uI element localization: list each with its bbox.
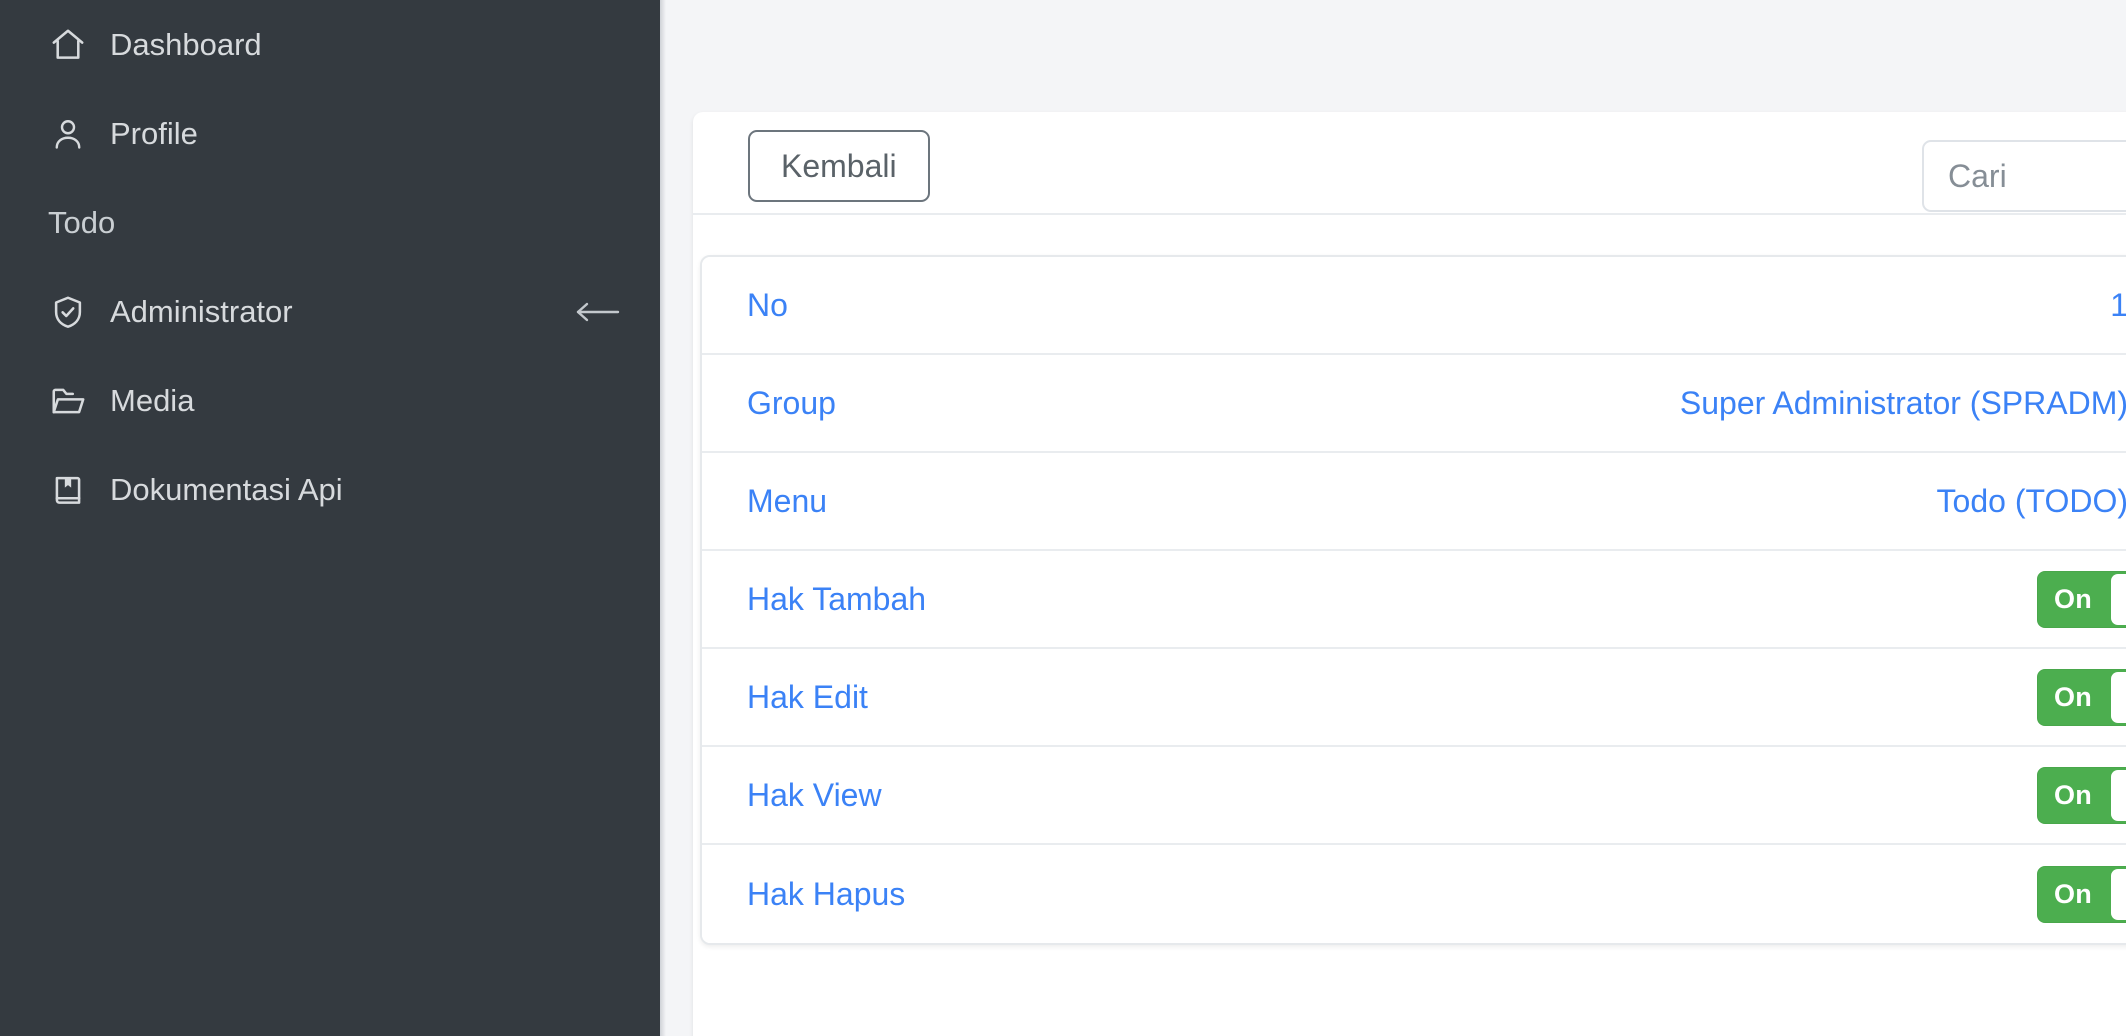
row-label: Hak Hapus: [747, 875, 906, 912]
main-content: Kembali No 1 Group Super Administrator (…: [660, 0, 2126, 1036]
row-label: Hak Edit: [747, 678, 868, 715]
row-label: Group: [747, 384, 836, 421]
sidebar: Dashboard Profile Todo Administrator Med…: [0, 0, 660, 1036]
shield-check-icon: [48, 292, 88, 332]
toggle-wrap: On: [2037, 766, 2126, 824]
back-button[interactable]: Kembali: [748, 130, 930, 202]
toggle-knob: [2111, 769, 2126, 821]
toggle-state-label: On: [2054, 779, 2092, 810]
detail-row-hak-tambah: Hak Tambah On: [702, 551, 2126, 649]
toggle-state-label: On: [2054, 681, 2092, 712]
sidebar-item-administrator[interactable]: Administrator: [0, 267, 660, 356]
sidebar-item-media[interactable]: Media: [0, 356, 660, 445]
home-icon: [48, 25, 88, 65]
row-label: Menu: [747, 482, 828, 519]
sidebar-item-dashboard[interactable]: Dashboard: [0, 0, 660, 89]
sidebar-item-label: Dokumentasi Api: [110, 472, 343, 507]
search-input[interactable]: [1922, 140, 2126, 212]
detail-row-menu: Menu Todo (TODO): [702, 453, 2126, 551]
toggle-state-label: On: [2054, 878, 2092, 909]
sidebar-item-profile[interactable]: Profile: [0, 89, 660, 178]
panel-toolbar: Kembali: [693, 112, 2126, 215]
toggle-knob: [2111, 671, 2126, 723]
detail-row-hak-edit: Hak Edit On: [702, 649, 2126, 747]
sidebar-section-todo: Todo: [0, 178, 660, 267]
content-edge-shadow: [660, 0, 666, 1036]
row-label: No: [747, 286, 788, 323]
toggle-wrap: On: [2037, 570, 2126, 628]
row-value: Todo (TODO): [1936, 482, 2126, 519]
sidebar-section-label: Todo: [48, 204, 116, 240]
detail-row-group: Group Super Administrator (SPRADM): [702, 355, 2126, 453]
row-value: 1: [2110, 287, 2126, 324]
sidebar-item-label: Dashboard: [110, 27, 262, 62]
toggle-wrap: On: [2037, 865, 2126, 923]
sidebar-item-dokumentasi-api[interactable]: Dokumentasi Api: [0, 445, 660, 534]
sidebar-item-label: Media: [110, 383, 195, 418]
sidebar-item-label: Administrator: [110, 294, 293, 329]
detail-list: No 1 Group Super Administrator (SPRADM) …: [700, 255, 2126, 945]
toggle-knob: [2111, 868, 2126, 920]
folder-icon: [48, 381, 88, 421]
sidebar-item-label: Profile: [110, 116, 198, 151]
toggle-hak-view[interactable]: On: [2037, 766, 2126, 824]
toggle-hak-tambah[interactable]: On: [2037, 570, 2126, 628]
app-root: Dashboard Profile Todo Administrator Med…: [0, 0, 2126, 1036]
toggle-state-label: On: [2054, 583, 2092, 614]
detail-panel: Kembali No 1 Group Super Administrator (…: [693, 112, 2126, 1036]
detail-row-no: No 1: [702, 257, 2126, 355]
detail-row-hak-hapus: Hak Hapus On: [702, 845, 2126, 943]
row-label: Hak View: [747, 776, 882, 813]
book-icon: [48, 470, 88, 510]
row-label: Hak Tambah: [747, 580, 927, 617]
toggle-hak-edit[interactable]: On: [2037, 668, 2126, 726]
row-value: Super Administrator (SPRADM): [1679, 384, 2126, 421]
toggle-wrap: On: [2037, 668, 2126, 726]
toggle-hak-hapus[interactable]: On: [2037, 865, 2126, 923]
arrow-left-icon[interactable]: [574, 299, 620, 325]
detail-row-hak-view: Hak View On: [702, 747, 2126, 845]
user-icon: [48, 114, 88, 154]
toggle-knob: [2111, 573, 2126, 625]
